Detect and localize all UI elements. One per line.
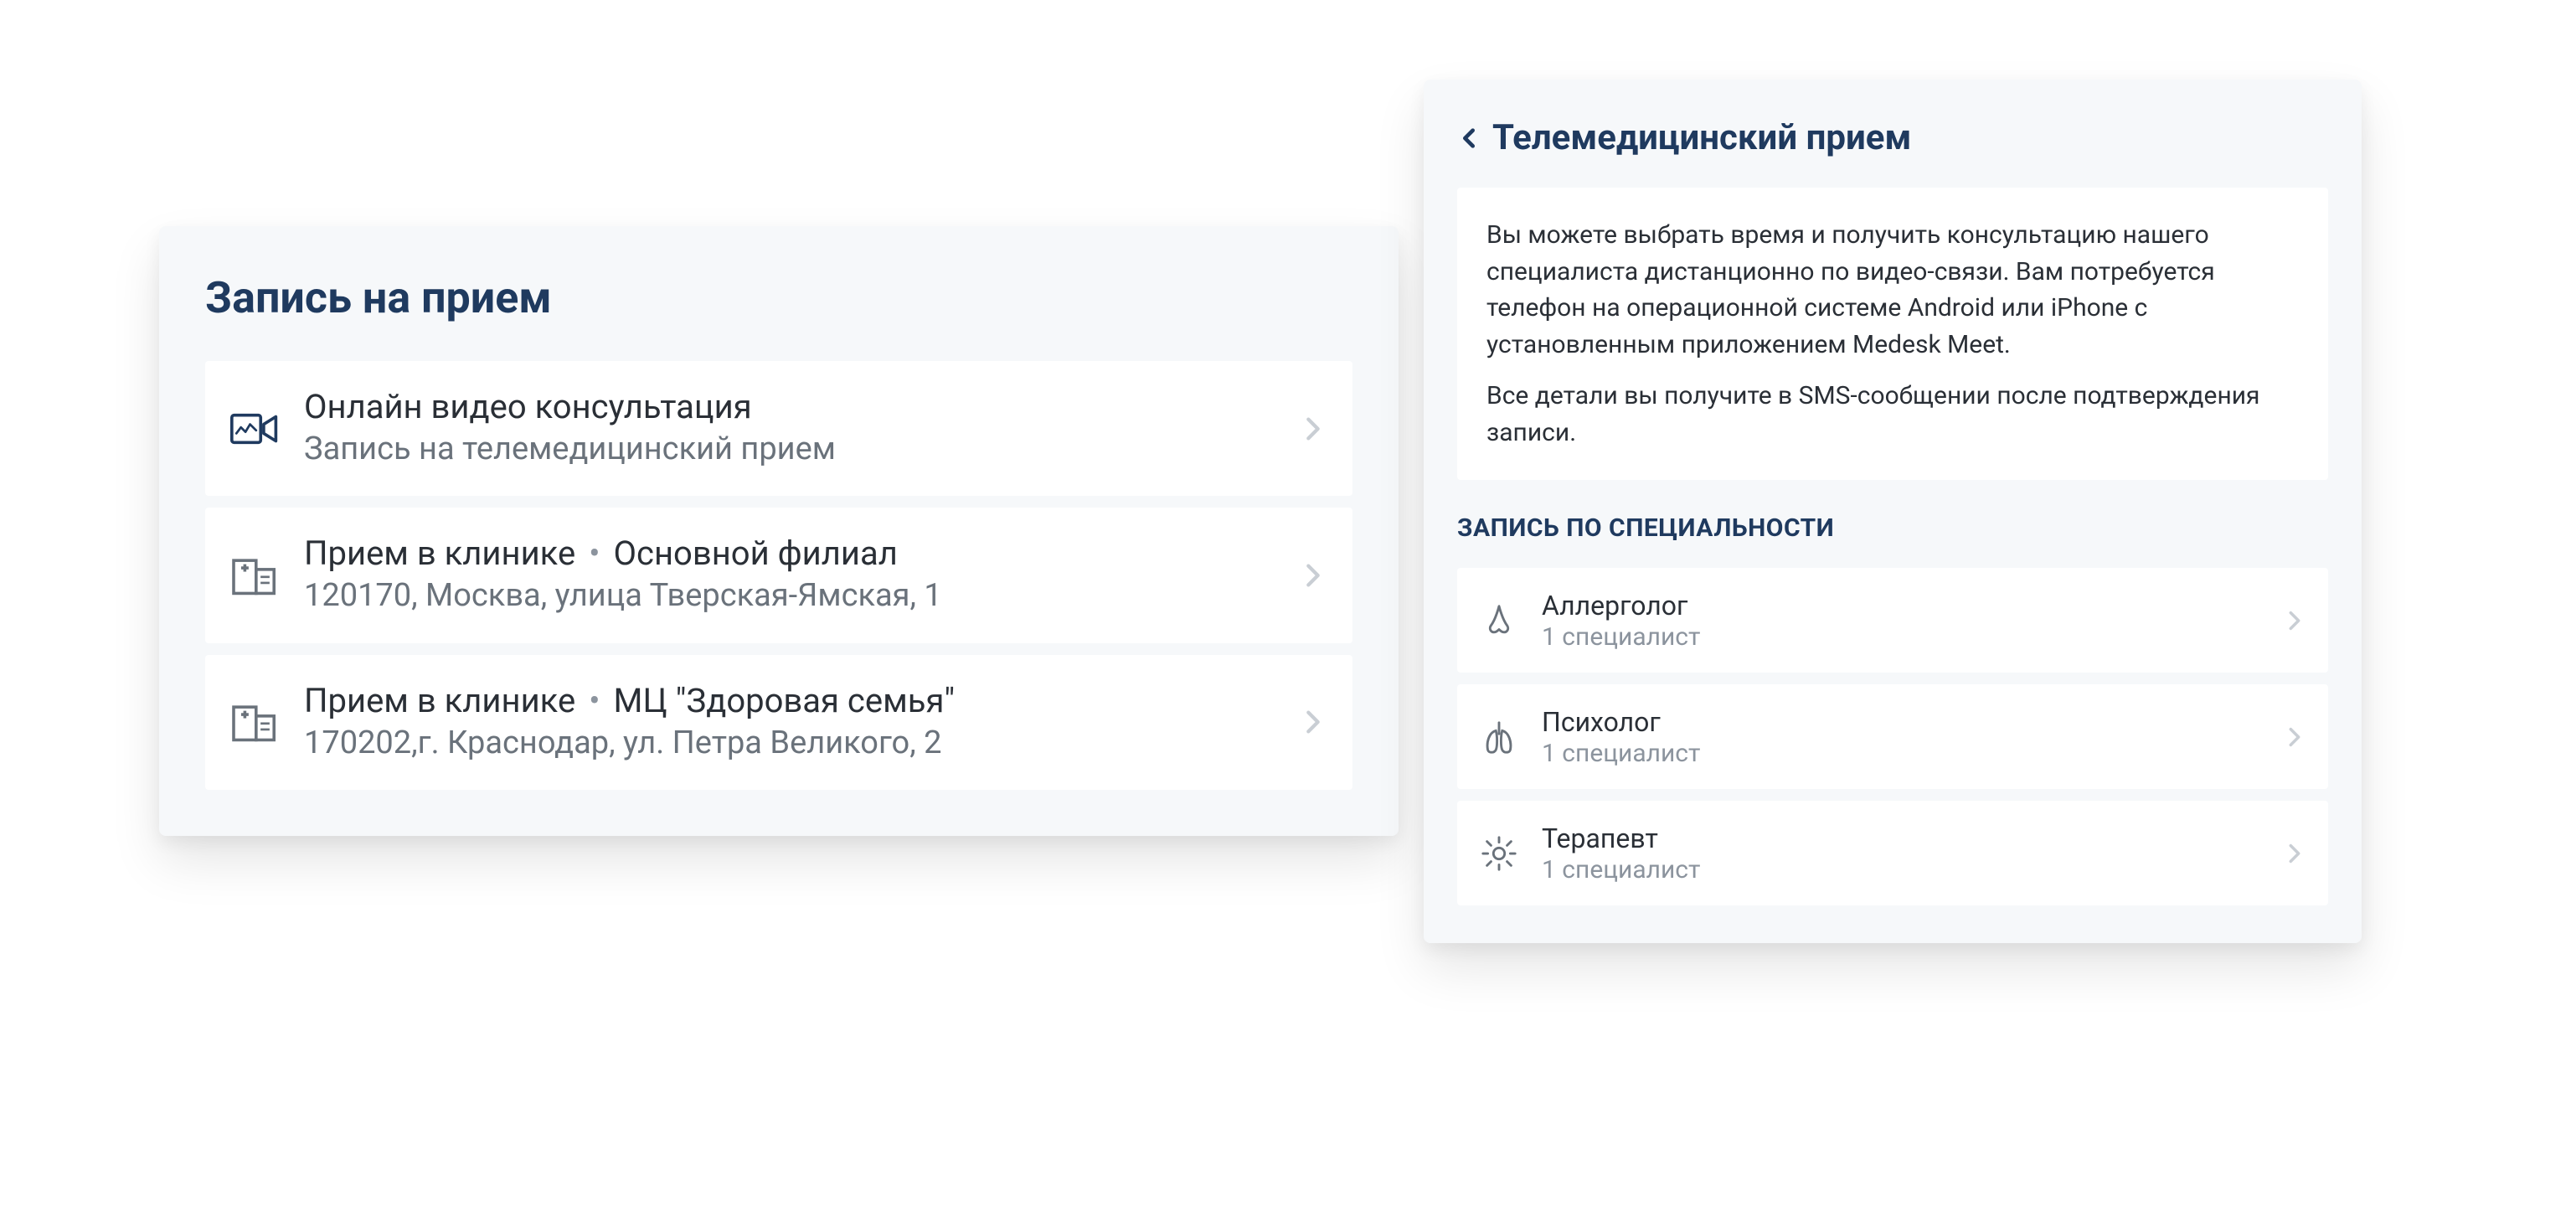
- specialty-allergist[interactable]: Аллерголог 1 специалист: [1457, 568, 2328, 673]
- chevron-right-icon: [2282, 725, 2307, 750]
- specialty-count: 1 специалист: [1542, 622, 2260, 652]
- option-subtitle: 170202,г. Краснодар, ул. Петра Великого,…: [304, 722, 1274, 765]
- back-button[interactable]: Телемедицинский прием: [1457, 117, 2328, 158]
- info-paragraph: Вы можете выбрать время и получить консу…: [1486, 217, 2299, 363]
- chevron-right-icon: [1299, 561, 1327, 590]
- info-card: Вы можете выбрать время и получить консу…: [1457, 188, 2328, 480]
- lungs-icon: [1478, 716, 1520, 758]
- telemedicine-panel: Телемедицинский прием Вы можете выбрать …: [1424, 80, 2362, 943]
- chevron-right-icon: [1299, 708, 1327, 736]
- panel-title: Запись на прием: [205, 272, 1352, 323]
- option-online-video[interactable]: Онлайн видео консультация Запись на теле…: [205, 361, 1352, 496]
- specialty-psychologist[interactable]: Психолог 1 специалист: [1457, 684, 2328, 789]
- specialty-name: Психолог: [1542, 705, 2260, 739]
- appointment-panel: Запись на прием Онлайн видео консультаци…: [159, 226, 1399, 836]
- panel-title: Телемедицинский прием: [1492, 117, 1911, 158]
- hospital-building-icon: [230, 551, 279, 600]
- video-camera-icon: [230, 405, 279, 453]
- specialty-therapist[interactable]: Терапевт 1 специалист: [1457, 801, 2328, 905]
- option-clinic-healthy-family[interactable]: Прием в клинике • МЦ "Здоровая семья" 17…: [205, 655, 1352, 790]
- nose-icon: [1478, 600, 1520, 642]
- option-title: Прием в клинике • МЦ "Здоровая семья": [304, 680, 1274, 722]
- option-subtitle: 120170, Москва, улица Тверская-Ямская, 1: [304, 575, 1274, 617]
- hospital-building-icon: [230, 698, 279, 746]
- option-subtitle: Запись на телемедицинский прием: [304, 428, 1274, 471]
- specialty-count: 1 специалист: [1542, 739, 2260, 768]
- specialty-name: Терапевт: [1542, 822, 2260, 855]
- chevron-right-icon: [1299, 415, 1327, 443]
- chevron-left-icon: [1457, 126, 1481, 150]
- appointment-options-list: Онлайн видео консультация Запись на теле…: [205, 361, 1352, 790]
- chevron-right-icon: [2282, 841, 2307, 866]
- option-title: Прием в клинике • Основной филиал: [304, 533, 1274, 575]
- option-title: Онлайн видео консультация: [304, 386, 1274, 428]
- gear-icon: [1478, 833, 1520, 874]
- info-paragraph: Все детали вы получите в SMS-сообщении п…: [1486, 378, 2299, 451]
- specialty-list: Аллерголог 1 специалист Психолог: [1457, 568, 2328, 905]
- chevron-right-icon: [2282, 608, 2307, 633]
- section-label-specialty: ЗАПИСЬ ПО СПЕЦИАЛЬНОСТИ: [1457, 513, 2328, 543]
- specialty-count: 1 специалист: [1542, 855, 2260, 884]
- option-clinic-main[interactable]: Прием в клинике • Основной филиал 120170…: [205, 508, 1352, 642]
- specialty-name: Аллерголог: [1542, 589, 2260, 622]
